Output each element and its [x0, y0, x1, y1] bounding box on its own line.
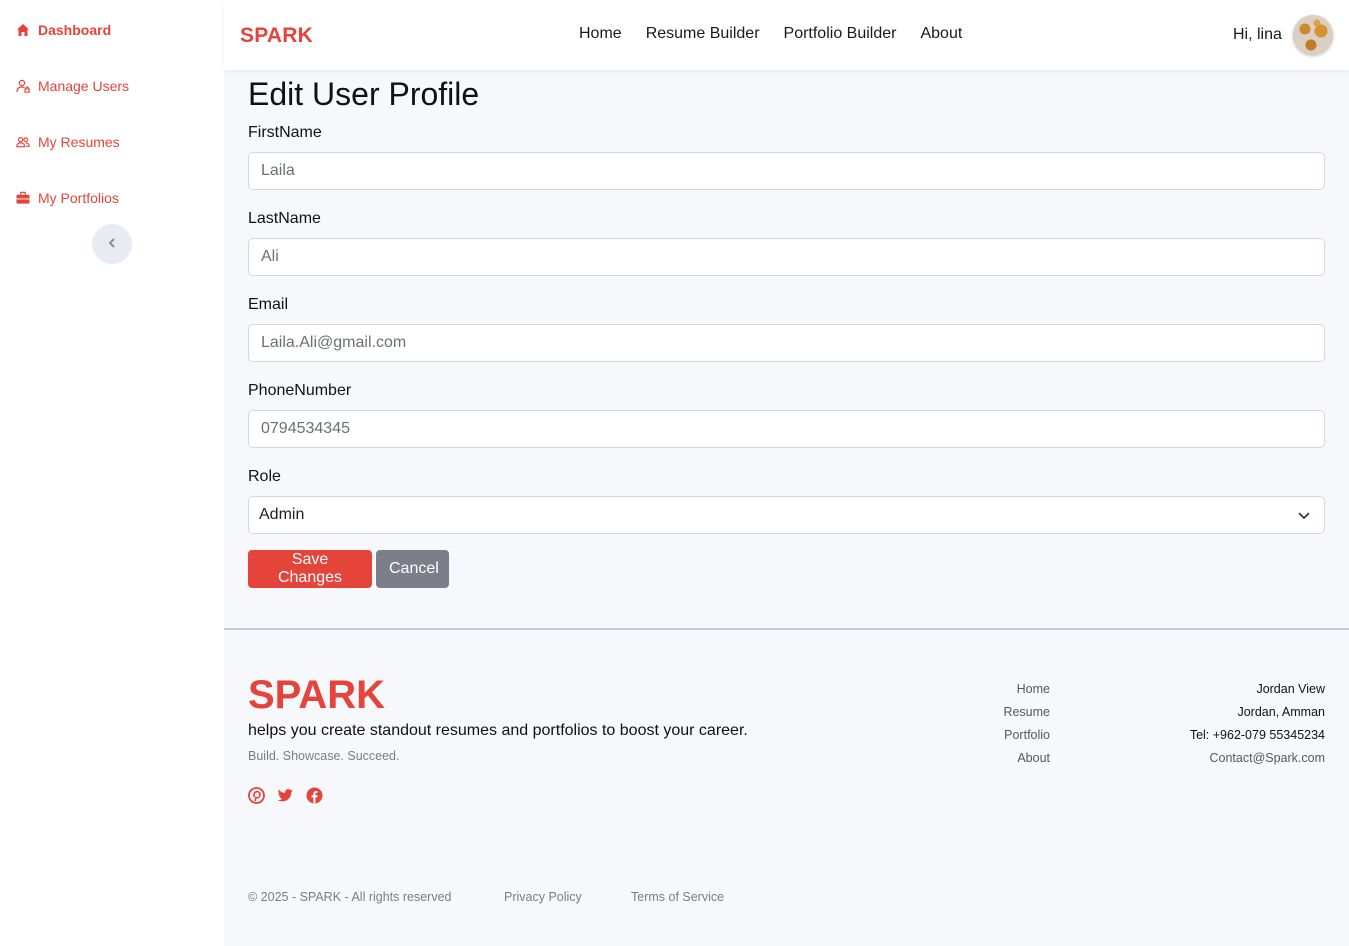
footer-brand: SPARK	[248, 673, 386, 717]
phone-number-label: PhoneNumber	[248, 382, 352, 399]
sidebar-item-my-portfolios[interactable]: My Portfolios	[16, 190, 119, 206]
last-name-label: LastName	[248, 210, 321, 227]
footer-divider	[224, 628, 1349, 630]
contact-email-link[interactable]: Contact@Spark.com	[1125, 747, 1325, 770]
chevron-left-icon	[107, 235, 117, 253]
footer-link-resume[interactable]: Resume	[930, 701, 1050, 724]
nav-resume-builder[interactable]: Resume Builder	[646, 25, 760, 43]
user-lock-icon	[16, 79, 30, 93]
sidebar-item-dashboard[interactable]: Dashboard	[16, 22, 111, 38]
contact-tel: Tel: +962-079 55345234	[1189, 728, 1325, 742]
save-changes-button[interactable]: Save Changes	[248, 550, 372, 588]
sidebar-item-label: My Portfolios	[38, 190, 119, 206]
contact-city: Jordan, Amman	[1237, 705, 1325, 719]
footer-link-portfolio[interactable]: Portfolio	[930, 724, 1050, 747]
email-label: Email	[248, 296, 289, 313]
email-field[interactable]	[248, 324, 1325, 362]
role-label: Role	[248, 468, 281, 485]
nav-home[interactable]: Home	[579, 25, 622, 43]
nav-about[interactable]: About	[920, 25, 962, 43]
main-nav: Home Resume Builder Portfolio Builder Ab…	[579, 25, 962, 43]
role-select[interactable]: Admin	[248, 496, 1325, 534]
pinterest-icon[interactable]	[248, 787, 265, 804]
phone-number-field[interactable]	[248, 410, 1325, 448]
avatar[interactable]	[1293, 15, 1333, 55]
page-title: Edit User Profile	[248, 76, 480, 112]
first-name-label: FirstName	[248, 124, 322, 141]
briefcase-icon	[16, 191, 30, 205]
sidebar-collapse-button[interactable]	[92, 224, 132, 264]
sidebar-item-label: Manage Users	[38, 78, 130, 94]
footer-link-about[interactable]: About	[930, 747, 1050, 770]
chevron-down-icon	[1298, 509, 1310, 527]
sidebar-item-label: Dashboard	[38, 22, 112, 38]
twitter-icon[interactable]	[277, 787, 294, 804]
terms-of-service-link[interactable]: Terms of Service	[631, 890, 724, 904]
sidebar-item-my-resumes[interactable]: My Resumes	[16, 134, 120, 150]
footer-links: Home Resume Portfolio About	[930, 678, 1050, 770]
sidebar: Dashboard Manage Users My Resumes My Por…	[0, 0, 224, 946]
users-icon	[16, 135, 30, 149]
user-greeting: Hi, lina	[1233, 26, 1282, 43]
home-icon	[16, 23, 30, 37]
privacy-policy-link[interactable]: Privacy Policy	[504, 890, 582, 904]
nav-portfolio-builder[interactable]: Portfolio Builder	[784, 25, 897, 43]
facebook-icon[interactable]	[306, 787, 323, 804]
footer-tagline: helps you create standout resumes and po…	[248, 722, 748, 739]
cancel-button[interactable]: Cancel	[376, 550, 449, 588]
top-navbar: SPARK Home Resume Builder Portfolio Buil…	[224, 0, 1349, 70]
social-links	[248, 787, 323, 804]
copyright: © 2025 - SPARK - All rights reserved	[248, 890, 452, 904]
first-name-field[interactable]	[248, 152, 1325, 190]
contact-place: Jordan View	[1256, 682, 1325, 696]
sidebar-item-label: My Resumes	[38, 134, 120, 150]
role-select-value: Admin	[259, 506, 305, 523]
footer-link-home[interactable]: Home	[930, 678, 1050, 701]
last-name-field[interactable]	[248, 238, 1325, 276]
footer-contact: Jordan View Jordan, Amman Tel: +962-079 …	[1125, 678, 1325, 770]
brand-logo[interactable]: SPARK	[240, 24, 313, 48]
sidebar-item-manage-users[interactable]: Manage Users	[16, 78, 129, 94]
footer-subtitle: Build. Showcase. Succeed.	[248, 749, 400, 763]
